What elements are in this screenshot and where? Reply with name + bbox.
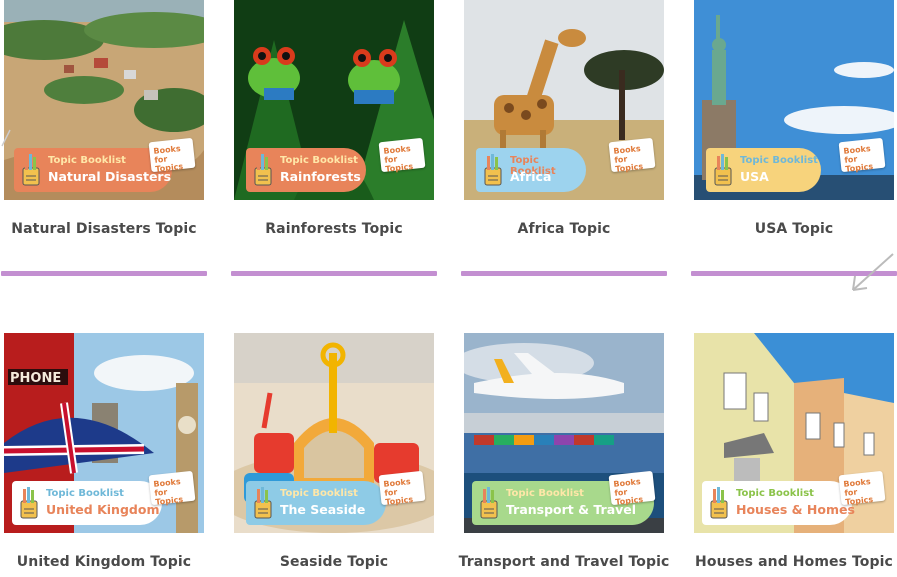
topic-divider xyxy=(461,271,667,276)
booklist-banner: Topic Booklist The Seaside xyxy=(246,481,386,525)
topic-title[interactable]: Africa Topic xyxy=(444,221,684,237)
books-for-topics-logo: Books for Topics xyxy=(148,470,196,507)
books-for-topics-logo: Books for Topics xyxy=(148,137,196,174)
pencil-pot-icon xyxy=(714,154,732,186)
topic-divider xyxy=(231,271,437,276)
banner-kicker: Topic Booklist xyxy=(280,155,358,166)
logo-text: Books for Topics xyxy=(383,477,414,507)
topic-title[interactable]: USA Topic xyxy=(674,221,897,237)
banner-topic-name: Africa xyxy=(510,169,552,184)
banner-kicker: Topic Booklist xyxy=(280,488,358,499)
booklist-banner: Topic Booklist United Kingdom xyxy=(12,481,162,525)
banner-topic-name: USA xyxy=(740,169,769,184)
pencil-pot-icon xyxy=(22,154,40,186)
logo-text: Books for Topics xyxy=(613,144,644,174)
banner-topic-name: United Kingdom xyxy=(46,502,160,517)
banner-topic-name: Houses & Homes xyxy=(736,502,855,517)
books-for-topics-logo: Books for Topics xyxy=(838,470,886,507)
books-for-topics-logo: Books for Topics xyxy=(378,470,426,507)
logo-text: Books for Topics xyxy=(153,144,184,174)
books-for-topics-logo: Books for Topics xyxy=(608,470,656,507)
banner-kicker: Topic Booklist xyxy=(736,488,814,499)
logo-text: Books for Topics xyxy=(613,477,644,507)
logo-text: Books for Topics xyxy=(153,477,184,507)
pencil-pot-icon xyxy=(484,154,502,186)
booklist-banner: Topic Booklist Rainforests xyxy=(246,148,366,192)
logo-text: Books for Topics xyxy=(843,144,874,174)
pencil-pot-icon xyxy=(20,487,38,519)
banner-topic-name: Rainforests xyxy=(280,169,361,184)
booklist-banner: Topic Booklist Natural Disasters xyxy=(14,148,172,192)
topic-title[interactable]: Houses and Homes Topic xyxy=(674,554,897,570)
svg-text:PHONE: PHONE xyxy=(10,371,61,386)
banner-kicker: Topic Booklist xyxy=(48,155,126,166)
books-for-topics-logo: Books for Topics xyxy=(838,137,886,174)
booklist-banner: Topic Booklist Africa xyxy=(476,148,586,192)
pencil-pot-icon xyxy=(254,487,272,519)
booklist-banner: Topic Booklist USA xyxy=(706,148,821,192)
banner-topic-name: The Seaside xyxy=(280,502,366,517)
arrow-icon xyxy=(852,253,894,291)
pencil-pot-icon xyxy=(480,487,498,519)
topic-title[interactable]: Transport and Travel Topic xyxy=(444,554,684,570)
topic-title[interactable]: United Kingdom Topic xyxy=(0,554,224,570)
books-for-topics-logo: Books for Topics xyxy=(608,137,656,174)
books-for-topics-logo: Books for Topics xyxy=(378,137,426,174)
booklist-banner: Topic Booklist Houses & Homes xyxy=(702,481,855,525)
topic-title[interactable]: Natural Disasters Topic xyxy=(0,221,224,237)
topic-divider xyxy=(1,271,207,276)
banner-kicker: Topic Booklist xyxy=(46,488,124,499)
logo-text: Books for Topics xyxy=(843,477,874,507)
arrow-icon xyxy=(1,129,11,147)
topic-title[interactable]: Rainforests Topic xyxy=(214,221,454,237)
logo-text: Books for Topics xyxy=(383,144,414,174)
pencil-pot-icon xyxy=(254,154,272,186)
pencil-pot-icon xyxy=(710,487,728,519)
banner-kicker: Topic Booklist xyxy=(740,155,818,166)
banner-kicker: Topic Booklist xyxy=(506,488,584,499)
topic-title[interactable]: Seaside Topic xyxy=(214,554,454,570)
